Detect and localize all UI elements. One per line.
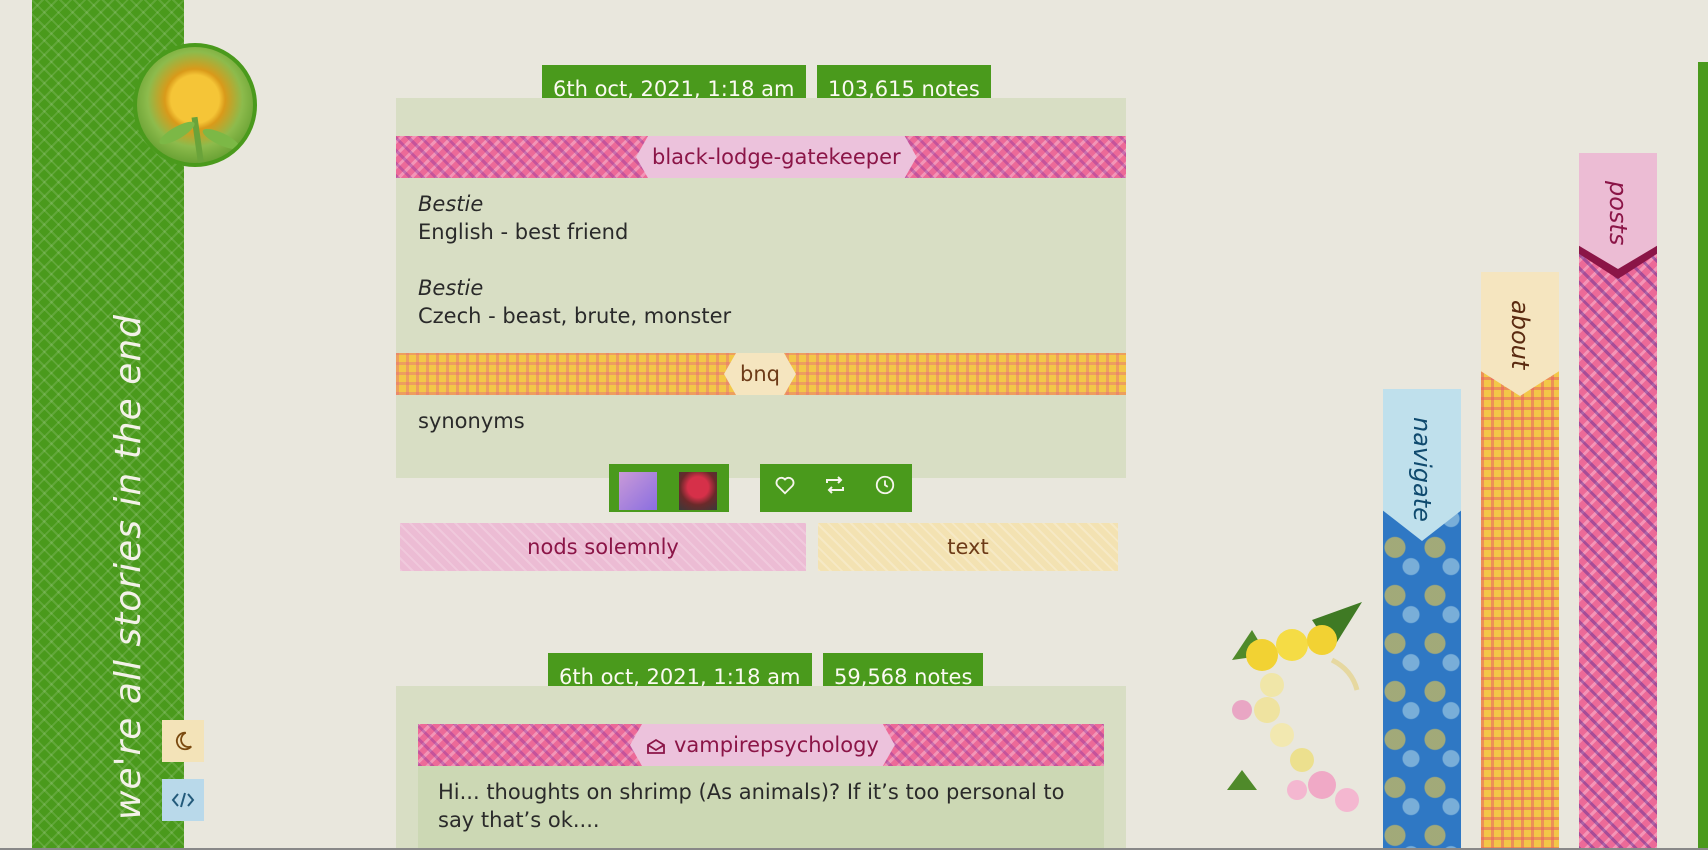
post-card: black-lodge-gatekeeper Bestie English - … bbox=[396, 98, 1126, 478]
definition-text: Czech - beast, brute, monster bbox=[418, 304, 732, 328]
post-author-link[interactable]: black-lodge-gatekeeper bbox=[636, 136, 917, 178]
ask-author-name: vampirepsychology bbox=[674, 733, 879, 757]
author-banner: black-lodge-gatekeeper bbox=[396, 136, 1126, 178]
definition-text: English - best friend bbox=[418, 220, 629, 244]
code-icon bbox=[171, 792, 195, 808]
avatar[interactable] bbox=[133, 43, 257, 167]
reblog-author-link[interactable]: bnq bbox=[724, 353, 796, 395]
nav-label[interactable]: posts bbox=[1604, 181, 1632, 245]
dark-mode-button[interactable] bbox=[162, 720, 204, 762]
ask-box: Hi... thoughts on shrimp (As animals)? I… bbox=[418, 766, 1104, 850]
reblog-banner: bnq bbox=[396, 353, 1126, 395]
nav-posts-column[interactable]: posts bbox=[1579, 153, 1657, 850]
post-body: Bestie English - best friend Bestie Czec… bbox=[418, 190, 731, 330]
envelope-icon bbox=[646, 738, 666, 754]
avatar-leaf bbox=[200, 125, 242, 153]
reblog-text: synonyms bbox=[418, 409, 525, 433]
like-button[interactable] bbox=[772, 474, 798, 502]
ask-text: Hi... thoughts on shrimp (As animals)? I… bbox=[438, 780, 1065, 832]
scrollbar-thumb[interactable] bbox=[1698, 62, 1708, 850]
ask-author-link[interactable]: vampirepsychology bbox=[630, 724, 895, 766]
author-banner: vampirepsychology bbox=[418, 724, 1104, 766]
avatar-leaf bbox=[156, 117, 198, 149]
note-avatar[interactable] bbox=[679, 472, 717, 510]
queue-button[interactable] bbox=[872, 474, 898, 502]
notes-avatars bbox=[609, 464, 729, 512]
post-actions bbox=[760, 464, 912, 512]
note-avatar[interactable] bbox=[619, 472, 657, 510]
post-card: vampirepsychology Hi... thoughts on shri… bbox=[396, 686, 1126, 850]
theme-credit-button[interactable] bbox=[162, 779, 204, 821]
heart-icon bbox=[775, 476, 795, 495]
nav-label[interactable]: about bbox=[1506, 300, 1534, 369]
nav-label[interactable]: navigate bbox=[1408, 417, 1436, 522]
flower-decoration bbox=[1227, 602, 1362, 812]
definition-term: Bestie bbox=[418, 276, 484, 300]
nav-about-column[interactable]: about bbox=[1481, 272, 1559, 850]
post-tag[interactable]: text bbox=[818, 523, 1118, 571]
definition-term: Bestie bbox=[418, 192, 484, 216]
reblog-icon bbox=[826, 476, 844, 494]
reblog-button[interactable] bbox=[822, 474, 848, 502]
post-tag[interactable]: nods solemnly bbox=[400, 523, 806, 571]
moon-icon bbox=[175, 731, 192, 751]
blog-tagline: we're all stories in the end bbox=[108, 313, 149, 820]
nav-navigate-column[interactable]: navigate bbox=[1383, 389, 1461, 850]
clock-icon bbox=[875, 475, 895, 495]
